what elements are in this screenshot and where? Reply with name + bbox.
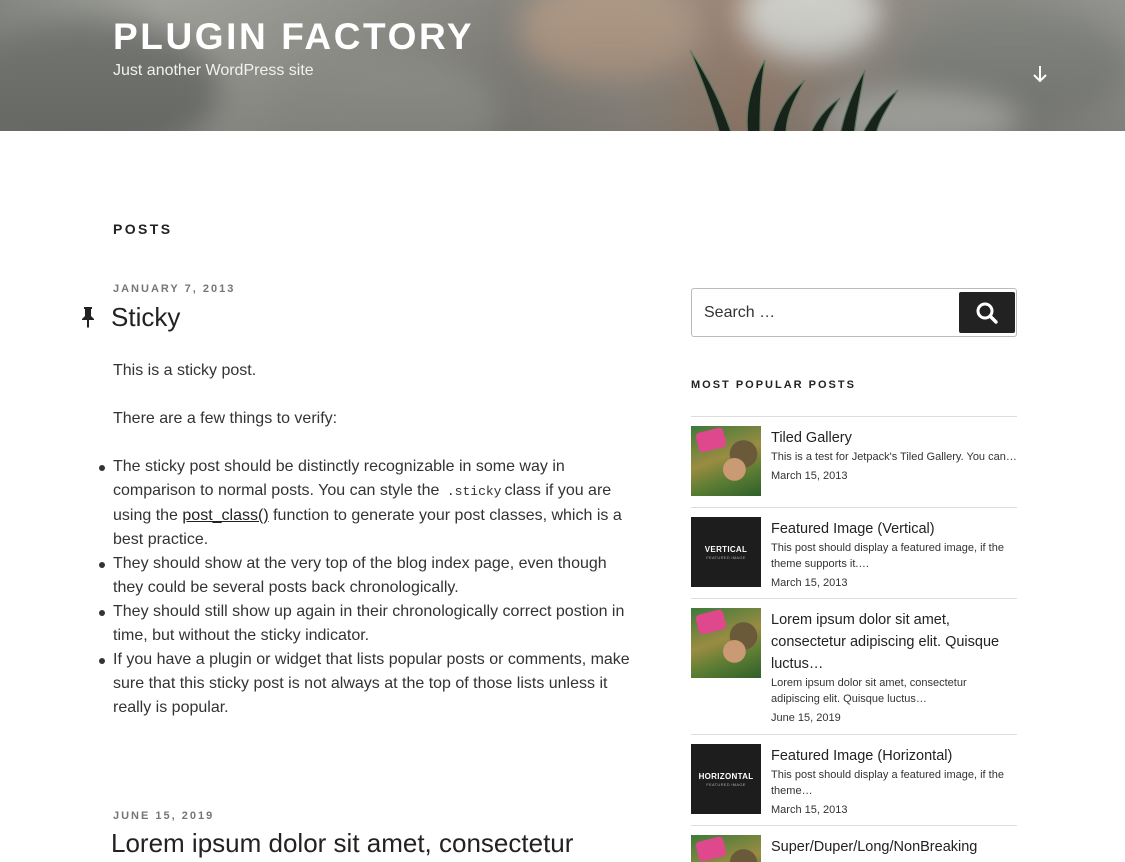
- list-item: They should still show up again in their…: [99, 600, 638, 648]
- thumbnail-sublabel: FEATURED IMAGE: [706, 781, 746, 787]
- code-inline: .sticky: [446, 484, 502, 499]
- search-button[interactable]: [959, 292, 1015, 333]
- post-class-link[interactable]: post_class(): [182, 507, 268, 524]
- site-title[interactable]: PLUGIN FACTORY: [113, 16, 474, 58]
- post-thumbnail[interactable]: [691, 608, 761, 678]
- list-item: VERTICAL FEATURED IMAGE Featured Image (…: [691, 507, 1017, 599]
- list-item: The sticky post should be distinctly rec…: [99, 455, 638, 552]
- item-date: June 15, 2019: [771, 712, 841, 724]
- item-date: March 15, 2013: [771, 470, 848, 482]
- item-date: March 15, 2013: [771, 804, 848, 816]
- post-date[interactable]: JANUARY 7, 2013: [113, 283, 235, 295]
- pin-icon: [82, 307, 94, 328]
- post-content: This is a sticky post. There are a few t…: [99, 359, 638, 720]
- list-item: If you have a plugin or widget that list…: [99, 648, 638, 720]
- soap-shape: [694, 835, 728, 862]
- item-excerpt: This post should display a featured imag…: [771, 542, 1004, 570]
- item-excerpt: This post should display a featured imag…: [771, 769, 1004, 797]
- item-date: March 15, 2013: [771, 577, 848, 589]
- search-form: [691, 288, 1017, 337]
- post-paragraph: This is a sticky post.: [113, 362, 257, 379]
- item-text: Tiled Gallery This is a test for Jetpack…: [771, 427, 1017, 484]
- item-text: Super/Duper/Long/NonBreaking: [771, 836, 1017, 858]
- widget-title: MOST POPULAR POSTS: [691, 379, 856, 391]
- item-text: Featured Image (Horizontal) This post sh…: [771, 745, 1017, 818]
- post-paragraph: There are a few things to verify:: [113, 410, 338, 427]
- post-thumbnail[interactable]: HORIZONTAL FEATURED IMAGE: [691, 744, 761, 814]
- arrow-down-icon: [1033, 66, 1047, 83]
- list-item: Tiled Gallery This is a test for Jetpack…: [691, 416, 1017, 508]
- post-date[interactable]: JUNE 15, 2019: [113, 810, 214, 822]
- item-title[interactable]: Featured Image (Vertical): [771, 518, 1017, 540]
- item-title[interactable]: Tiled Gallery: [771, 427, 1017, 449]
- post-thumbnail[interactable]: [691, 426, 761, 496]
- list-item: Super/Duper/Long/NonBreaking: [691, 825, 1017, 862]
- thumbnail-label: HORIZONTAL: [698, 771, 754, 781]
- page-title: POSTS: [113, 221, 173, 237]
- thumbnail-label: VERTICAL: [704, 544, 748, 554]
- item-excerpt: Lorem ipsum dolor sit amet, consectetur …: [771, 677, 967, 705]
- post-thumbnail[interactable]: [691, 835, 761, 862]
- site-header: PLUGIN FACTORY Just another WordPress si…: [0, 0, 1125, 131]
- post-thumbnail[interactable]: VERTICAL FEATURED IMAGE: [691, 517, 761, 587]
- post-bullet-list: The sticky post should be distinctly rec…: [99, 455, 638, 720]
- item-text: Featured Image (Vertical) This post shou…: [771, 518, 1017, 591]
- site-tagline: Just another WordPress site: [113, 62, 314, 79]
- soap-shape: [694, 426, 728, 454]
- item-excerpt: This is a test for Jetpack's Tiled Galle…: [771, 451, 1017, 463]
- item-title[interactable]: Featured Image (Horizontal): [771, 745, 1017, 767]
- post-title[interactable]: Sticky: [111, 302, 180, 333]
- thumbnail-sublabel: FEATURED IMAGE: [706, 554, 746, 560]
- scroll-down-button[interactable]: [1026, 60, 1054, 88]
- list-item: HORIZONTAL FEATURED IMAGE Featured Image…: [691, 734, 1017, 826]
- soap-shape: [694, 608, 728, 636]
- item-text: Lorem ipsum dolor sit amet, consectetur …: [771, 609, 1017, 726]
- item-title[interactable]: Super/Duper/Long/NonBreaking: [771, 836, 1017, 858]
- search-input[interactable]: [692, 289, 958, 336]
- list-item: Lorem ipsum dolor sit amet, consectetur …: [691, 598, 1017, 742]
- list-item: They should show at the very top of the …: [99, 552, 638, 600]
- search-icon: [976, 302, 998, 324]
- post-title[interactable]: Lorem ipsum dolor sit amet, consectetur: [111, 828, 573, 859]
- item-title[interactable]: Lorem ipsum dolor sit amet, consectetur …: [771, 609, 1017, 675]
